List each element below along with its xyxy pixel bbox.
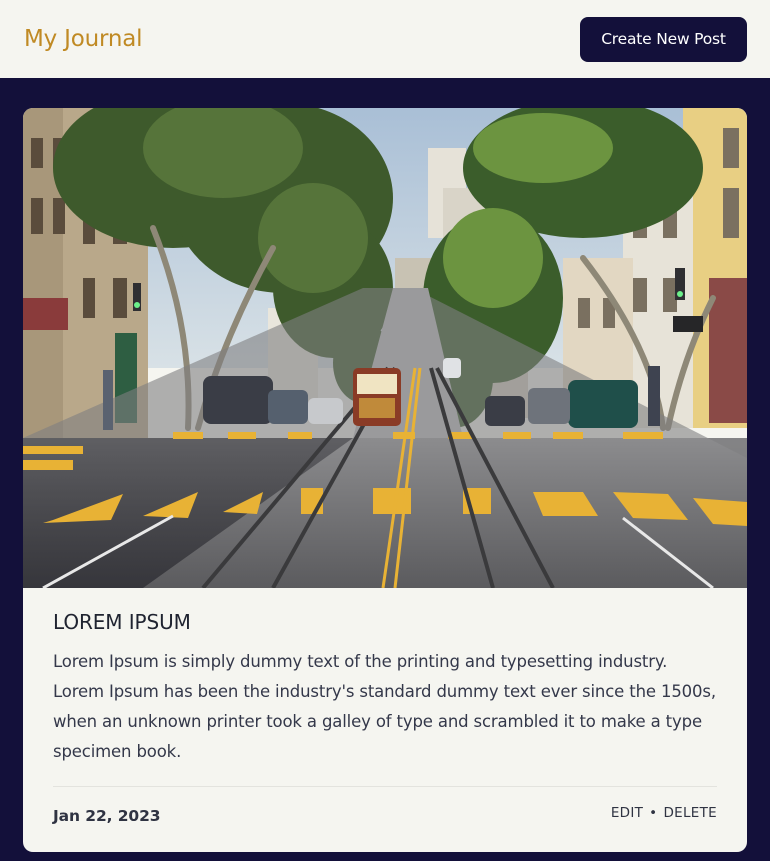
post-date: Jan 22, 2023 <box>53 807 161 825</box>
post-excerpt: Lorem Ipsum is simply dummy text of the … <box>53 652 716 761</box>
post-card-body: LOREM IPSUM Lorem Ipsum is simply dummy … <box>23 588 747 825</box>
app-header: My Journal Create New Post <box>0 0 770 78</box>
actions-separator: • <box>649 805 658 821</box>
post-title: LOREM IPSUM <box>53 610 191 634</box>
post-image <box>23 108 747 588</box>
post-card-footer: Jan 22, 2023 EDIT • DELETE <box>53 787 717 825</box>
main-content: LOREM IPSUM Lorem Ipsum is simply dummy … <box>0 78 770 861</box>
create-new-post-button[interactable]: Create New Post <box>580 16 747 62</box>
post-card: LOREM IPSUM Lorem Ipsum is simply dummy … <box>23 108 747 852</box>
edit-link[interactable]: EDIT <box>611 805 643 821</box>
delete-link[interactable]: DELETE <box>663 805 717 821</box>
brand-title[interactable]: My Journal <box>24 26 143 52</box>
post-actions: EDIT • DELETE <box>611 805 717 821</box>
